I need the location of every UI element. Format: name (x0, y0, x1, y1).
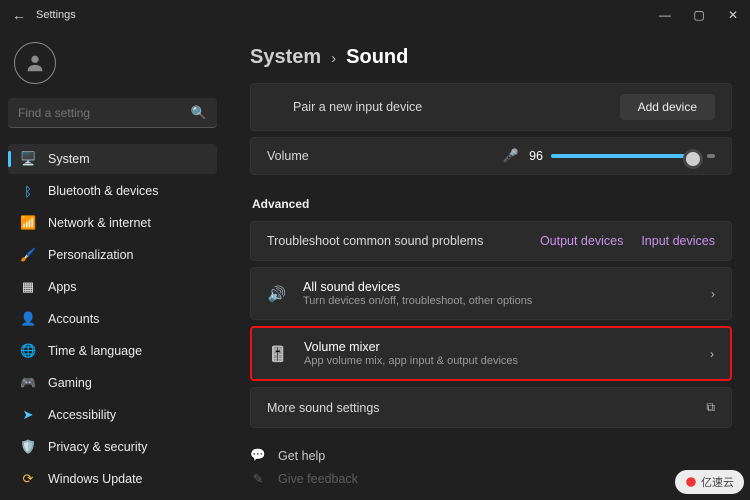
troubleshoot-label: Troubleshoot common sound problems (267, 234, 540, 248)
volume-value: 96 (529, 149, 543, 163)
nav-label: System (48, 152, 90, 166)
volume-row: Volume 🎤 96 (250, 137, 732, 175)
more-sound-settings-row[interactable]: More sound settings ⧉ (250, 387, 732, 428)
row-icon: 🔊 (267, 285, 287, 303)
nav-icon: ᛒ (20, 184, 36, 199)
advanced-section-label: Advanced (252, 197, 732, 211)
nav-label: Time & language (48, 344, 142, 358)
nav-icon: 🖌️ (20, 247, 36, 263)
sidebar-item-privacy-security[interactable]: 🛡️ Privacy & security (8, 432, 217, 462)
input-devices-link[interactable]: Input devices (641, 234, 715, 248)
nav-icon: 📶 (20, 215, 36, 231)
sidebar-item-time-language[interactable]: 🌐 Time & language (8, 336, 217, 366)
minimize-button[interactable]: ― (648, 0, 682, 30)
external-link-icon: ⧉ (706, 400, 715, 415)
breadcrumb: System › Sound (250, 46, 732, 69)
nav-label: Gaming (48, 376, 92, 390)
sidebar-item-system[interactable]: 🖥️ System (8, 144, 217, 174)
nav-label: Privacy & security (48, 440, 147, 454)
chevron-right-icon: › (711, 287, 715, 301)
give-feedback-link[interactable]: ✎ Give feedback (250, 471, 732, 486)
content-area: System › Sound Pair a new input device A… (225, 30, 750, 500)
nav-label: Windows Update (48, 472, 143, 486)
nav-label: Bluetooth & devices (48, 184, 159, 198)
sidebar-item-accessibility[interactable]: ➤ Accessibility (8, 400, 217, 430)
chevron-right-icon: › (710, 347, 714, 361)
help-icon: 💬 (250, 448, 266, 463)
avatar[interactable] (14, 42, 56, 84)
more-sound-settings-label: More sound settings (267, 401, 706, 415)
nav-icon: 🌐 (20, 343, 36, 359)
volume-mixer-row[interactable]: 🎚️ Volume mixerApp volume mix, app input … (250, 326, 732, 381)
nav-icon: ▦ (20, 279, 36, 295)
microphone-icon[interactable]: 🎤 (503, 148, 519, 164)
nav-label: Accounts (48, 312, 99, 326)
add-device-button[interactable]: Add device (620, 94, 715, 120)
footer-links: 💬 Get help ✎ Give feedback (250, 448, 732, 486)
back-button[interactable]: ← (8, 4, 30, 26)
volume-label: Volume (267, 149, 503, 163)
nav-icon: 👤 (20, 311, 36, 327)
sidebar: 🔍 🖥️ System ᛒ Bluetooth & devices 📶 Network &… (0, 30, 225, 500)
row-icon: 🎚️ (268, 345, 288, 363)
watermark: 亿速云 (675, 470, 744, 494)
nav-label: Personalization (48, 248, 133, 262)
breadcrumb-parent[interactable]: System (250, 46, 321, 69)
search-box[interactable]: 🔍 (8, 98, 217, 128)
row-subtitle: App volume mix, app input & output devic… (304, 355, 710, 367)
feedback-icon: ✎ (250, 471, 266, 486)
pair-device-label: Pair a new input device (267, 100, 620, 114)
volume-slider[interactable] (551, 154, 701, 158)
maximize-button[interactable]: ▢ (682, 0, 716, 30)
user-icon (24, 52, 46, 74)
search-icon: 🔍 (191, 105, 207, 121)
nav-icon: 🎮 (20, 375, 36, 391)
sidebar-item-windows-update[interactable]: ⟳ Windows Update (8, 464, 217, 494)
nav-icon: 🛡️ (20, 439, 36, 455)
app-title: Settings (36, 9, 76, 21)
nav-icon: ⟳ (20, 471, 36, 487)
all-sound-devices-row[interactable]: 🔊 All sound devicesTurn devices on/off, t… (250, 267, 732, 320)
row-title: Volume mixer (304, 340, 710, 354)
watermark-icon (685, 476, 697, 488)
titlebar: ← Settings ― ▢ ✕ (0, 0, 750, 30)
nav-label: Network & internet (48, 216, 151, 230)
row-subtitle: Turn devices on/off, troubleshoot, other… (303, 295, 711, 307)
sidebar-item-apps[interactable]: ▦ Apps (8, 272, 217, 302)
nav-label: Apps (48, 280, 77, 294)
get-help-link[interactable]: 💬 Get help (250, 448, 732, 463)
sidebar-item-personalization[interactable]: 🖌️ Personalization (8, 240, 217, 270)
sidebar-item-network-internet[interactable]: 📶 Network & internet (8, 208, 217, 238)
pair-device-row: Pair a new input device Add device (250, 83, 732, 131)
sidebar-item-gaming[interactable]: 🎮 Gaming (8, 368, 217, 398)
row-title: All sound devices (303, 280, 711, 294)
close-button[interactable]: ✕ (716, 0, 750, 30)
search-input[interactable] (18, 106, 191, 120)
nav-icon: ➤ (20, 407, 36, 423)
output-devices-link[interactable]: Output devices (540, 234, 623, 248)
nav-icon: 🖥️ (20, 151, 36, 167)
chevron-right-icon: › (331, 50, 336, 67)
sidebar-item-accounts[interactable]: 👤 Accounts (8, 304, 217, 334)
sidebar-item-bluetooth-devices[interactable]: ᛒ Bluetooth & devices (8, 176, 217, 206)
nav-label: Accessibility (48, 408, 116, 422)
page-title: Sound (346, 46, 408, 69)
troubleshoot-row: Troubleshoot common sound problems Outpu… (250, 221, 732, 261)
